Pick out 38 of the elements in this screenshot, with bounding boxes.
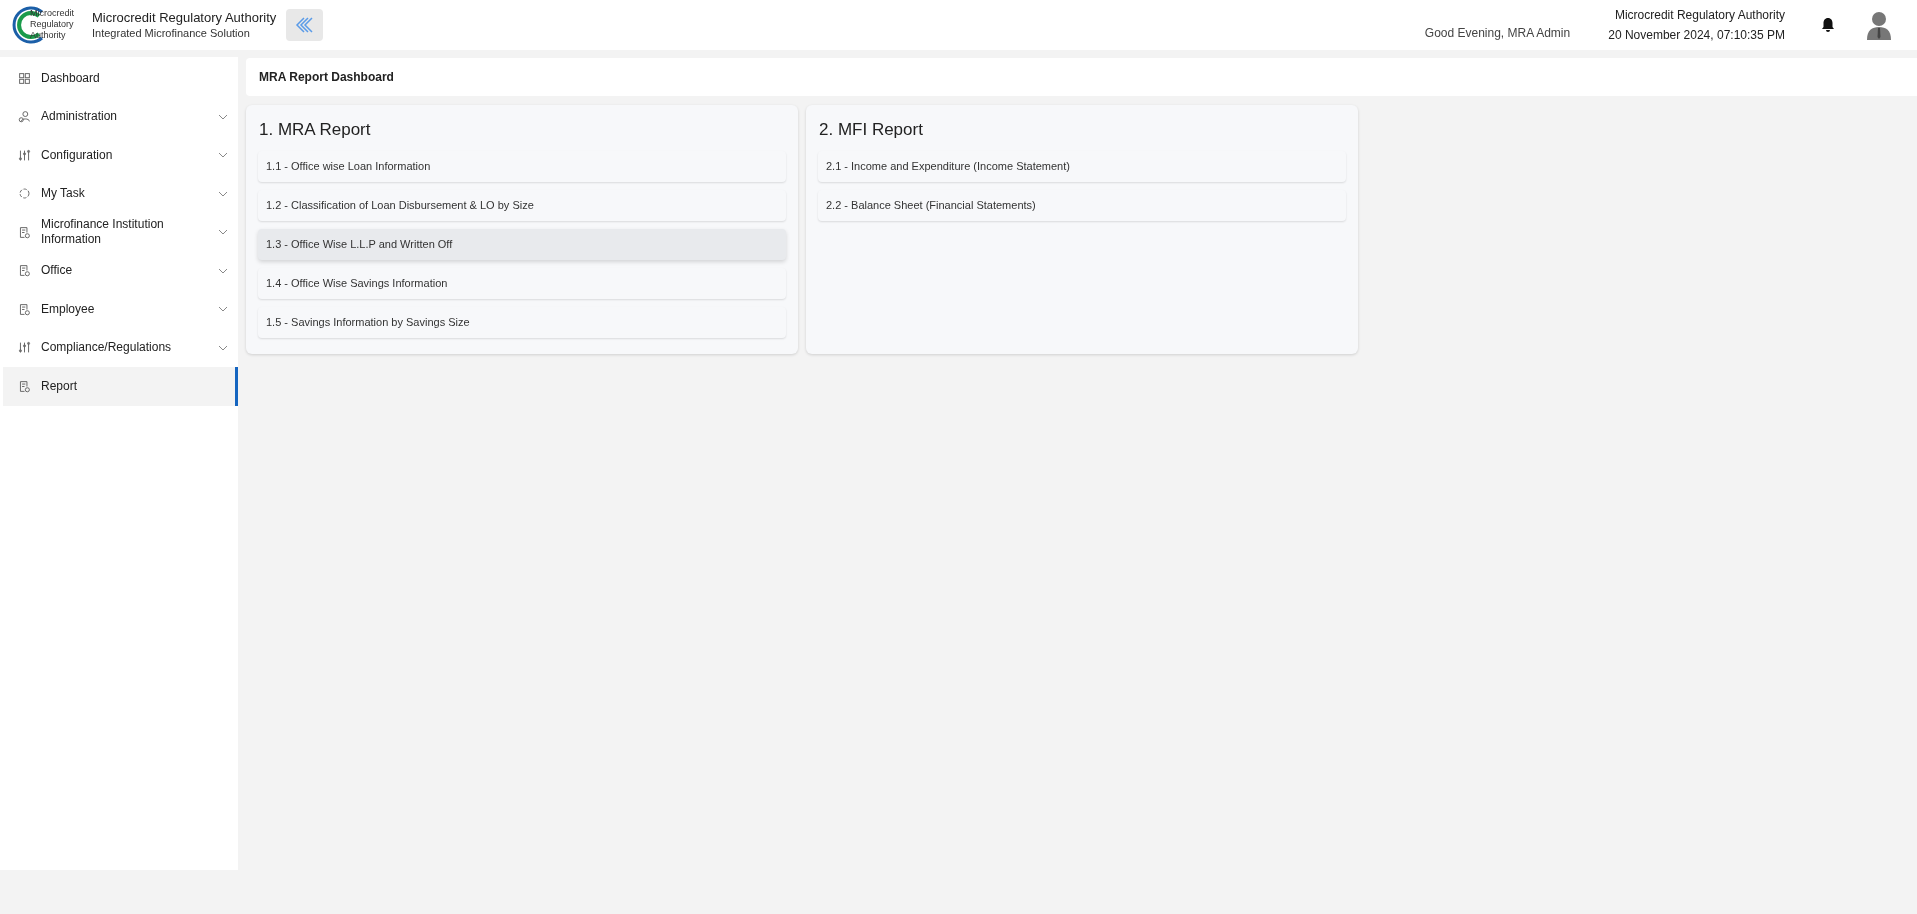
sidebar-item[interactable]: Configuration bbox=[3, 136, 238, 175]
user-avatar-icon[interactable] bbox=[1865, 10, 1893, 40]
notification-bell-icon[interactable] bbox=[1821, 17, 1835, 33]
org-name: Microcredit Regulatory Authority bbox=[1614, 7, 1785, 24]
greeting-text: Good Evening, MRA Admin bbox=[1424, 25, 1571, 42]
report-link[interactable]: 1.1 - Office wise Loan Information bbox=[258, 150, 786, 182]
document-icon bbox=[18, 302, 31, 316]
document-icon bbox=[18, 379, 31, 393]
report-link[interactable]: 2.1 - Income and Expenditure (Income Statement) bbox=[818, 150, 1346, 182]
sidebar-item[interactable]: Administration bbox=[3, 97, 238, 136]
card-title: 2. MFI Report bbox=[819, 119, 924, 141]
org-name: Microcredit Regulatory Authority bbox=[92, 9, 277, 26]
circle-icon bbox=[18, 187, 31, 201]
sidebar-item[interactable]: My Task bbox=[3, 174, 238, 213]
report-link[interactable]: 1.2 - Classification of Loan Disbursement & LO by Size bbox=[258, 189, 786, 221]
double-chevron-left-icon bbox=[294, 17, 315, 33]
report-link[interactable]: 2.2 - Balance Sheet (Financial Statements) bbox=[818, 189, 1346, 221]
sliders-icon bbox=[18, 341, 31, 355]
card-title: 1. MRA Report bbox=[259, 119, 372, 141]
logo-text: Regulatory bbox=[30, 19, 74, 30]
grid-icon bbox=[18, 71, 31, 85]
document-icon bbox=[18, 264, 31, 278]
sliders-icon bbox=[18, 148, 31, 162]
report-link[interactable]: 1.5 - Savings Information by Savings Size bbox=[258, 306, 786, 338]
report-link[interactable]: 1.3 - Office Wise L.L.P and Written Off bbox=[258, 228, 786, 260]
sidebar-item[interactable]: Report bbox=[3, 367, 238, 406]
users-icon bbox=[18, 110, 31, 124]
document-icon bbox=[18, 225, 31, 239]
collapse-sidebar-button[interactable] bbox=[286, 9, 324, 41]
sidebar-item[interactable]: Microfinance Institution Information bbox=[3, 213, 238, 252]
sidebar-item[interactable]: Compliance/Regulations bbox=[3, 328, 238, 367]
sidebar-item[interactable]: Dashboard bbox=[3, 59, 238, 98]
date-time: 20 November 2024, 07:10:35 PM bbox=[1608, 27, 1785, 44]
page-title: MRA Report Dashboard bbox=[259, 69, 394, 86]
sidebar-item[interactable]: Employee bbox=[3, 290, 238, 329]
org-subtitle: Integrated Microfinance Solution bbox=[92, 26, 251, 41]
sidebar-item[interactable]: Office bbox=[3, 251, 238, 290]
report-link[interactable]: 1.4 - Office Wise Savings Information bbox=[258, 267, 786, 299]
